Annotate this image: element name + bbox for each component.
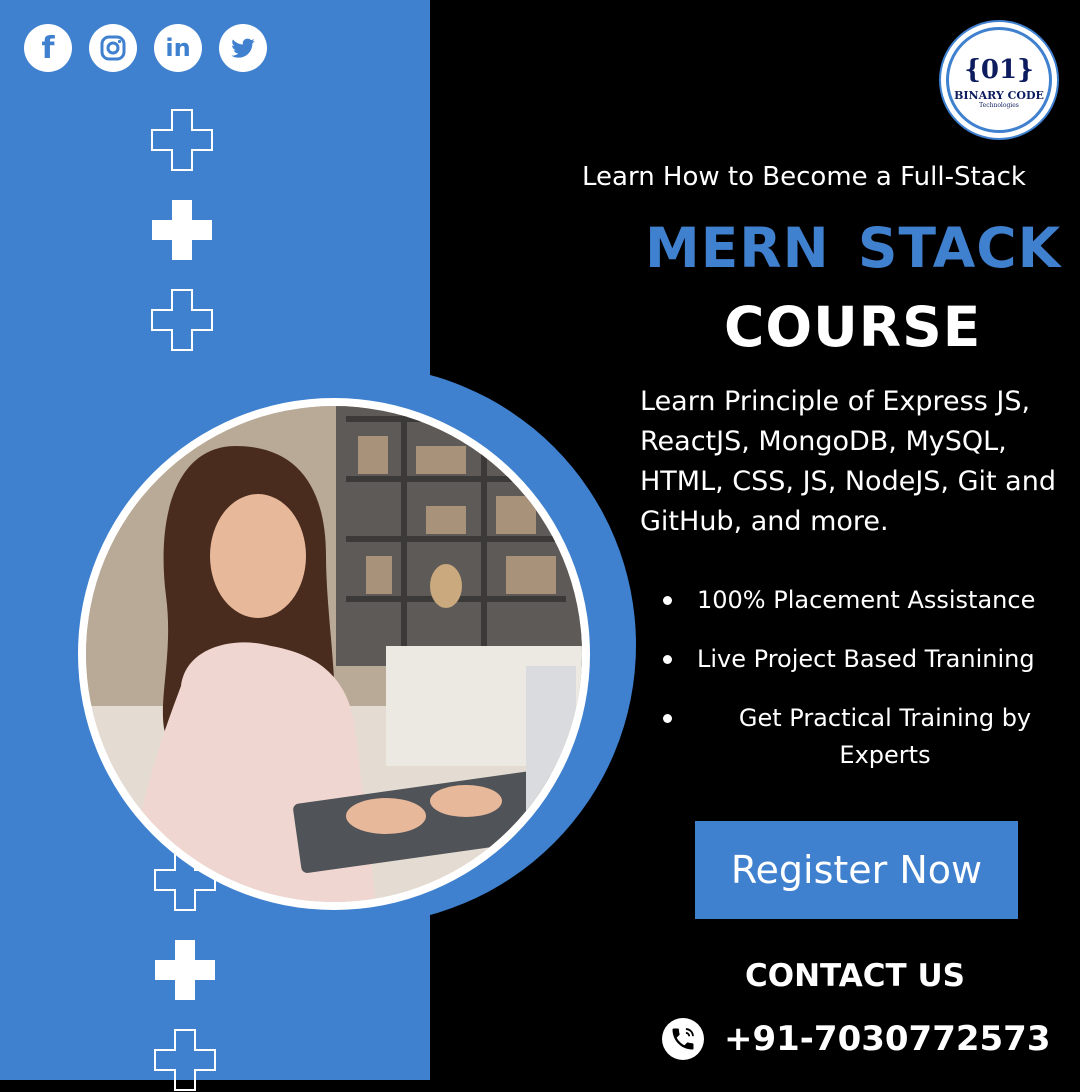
plus-cross-icon [151,109,213,171]
feature-text: 100% Placement Assistance [697,586,1036,614]
facebook-glyph: f [41,30,55,66]
feature-text: Get Practical Training by Experts [738,704,1032,769]
headline-title-course: COURSE [724,295,982,359]
bullet-icon [663,714,672,723]
headline-subtitle: Learn How to Become a Full-Stack [582,162,1026,192]
bullet-icon [663,655,672,664]
feature-list: 100% Placement Assistance Live Project B… [663,582,1073,796]
feature-text: Live Project Based Tranining [697,645,1035,673]
facebook-icon[interactable]: f [24,24,72,72]
list-item: 100% Placement Assistance [663,582,1073,619]
contact-heading: CONTACT US [745,958,965,994]
register-now-button[interactable]: Register Now [695,821,1018,919]
plus-cross-icon [154,1029,216,1091]
list-item: Get Practical Training by Experts [663,700,1073,774]
list-item: Live Project Based Tranining [663,641,1073,678]
course-description: Learn Principle of Express JS, ReactJS, … [640,386,1056,537]
plus-cross-icon [155,940,215,1000]
plus-cross-icon [151,289,213,351]
contact-phone[interactable]: +91-7030772573 [662,1018,1051,1060]
twitter-icon[interactable] [219,24,267,72]
phone-number: +91-7030772573 [724,1019,1051,1059]
linkedin-icon[interactable]: in [154,24,202,72]
phone-icon [662,1018,704,1060]
plus-cross-icon [152,200,212,260]
headline-title: MERN STACK [645,216,1062,280]
woman-using-laptop-photo [86,406,582,902]
social-links: f in [24,24,267,72]
logo-ring [946,27,1052,133]
bullet-icon [663,596,672,605]
linkedin-glyph: in [165,34,191,62]
brand-logo: {01} BINARY CODE Technologies [939,20,1059,140]
instagram-icon[interactable] [89,24,137,72]
